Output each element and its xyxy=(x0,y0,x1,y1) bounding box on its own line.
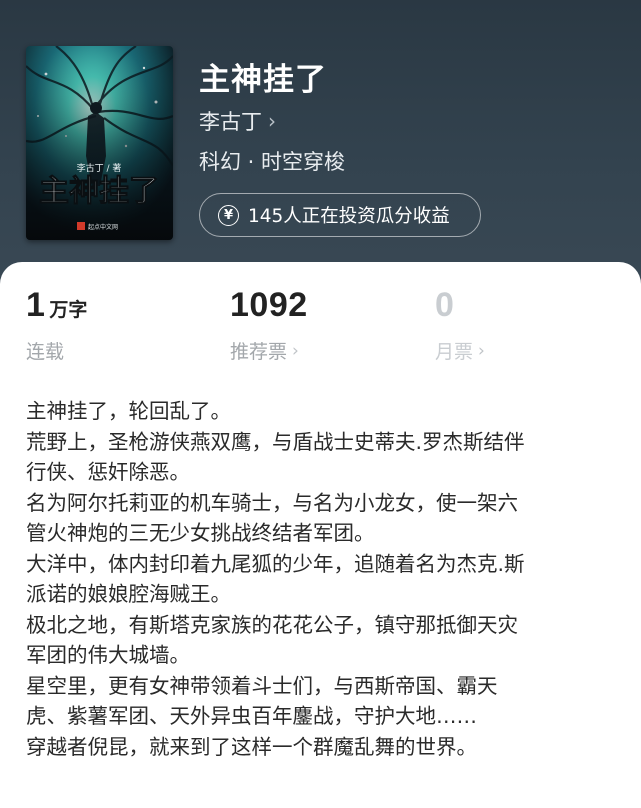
cover-publisher-text: 起点中文网 xyxy=(88,223,118,231)
book-cover[interactable]: 李古丁 / 著 主神挂了 起点中文网 xyxy=(26,46,173,240)
stat-label: 月票 xyxy=(435,341,474,363)
description-line: 极北之地，有斯塔克家族的花花公子，镇守那抵御天灾 xyxy=(26,612,518,637)
stat-label: 推荐票 xyxy=(230,341,288,363)
stat-word-count: 1 万字 连载 xyxy=(26,286,87,364)
description-line: 派诺的娘娘腔海贼王。 xyxy=(26,582,231,606)
book-description[interactable]: 主神挂了，轮回乱了。 荒野上，圣枪游侠燕双鹰，与盾战士史蒂夫.罗杰斯结伴 行侠、… xyxy=(26,396,626,762)
yen-coin-icon: ¥ xyxy=(218,204,239,226)
publisher-logo-icon xyxy=(77,222,85,230)
cover-title-text: 主神挂了 xyxy=(39,174,159,209)
author-name: 李古丁 xyxy=(199,110,262,134)
stat-monthly-votes[interactable]: 0 月票 › xyxy=(435,286,485,364)
description-line: 星空里，更有女神带领着斗士们，与西斯帝国、霸天 xyxy=(26,673,498,698)
description-line: 大洋中，体内封印着九尾狐的少年，追随着名为杰克.斯 xyxy=(26,551,525,576)
stat-value: 1092 xyxy=(230,286,308,324)
description-line: 名为阿尔托莉亚的机车骑士，与名为小龙女，使一架六 xyxy=(26,490,518,515)
author-link[interactable]: 李古丁 › xyxy=(199,106,276,136)
cover-illustration: 李古丁 / 著 主神挂了 起点中文网 xyxy=(26,46,173,240)
book-title: 主神挂了 xyxy=(199,62,327,98)
stat-value: 0 xyxy=(435,286,455,324)
stat-value: 1 xyxy=(26,286,46,324)
description-line: 行侠、惩奸除恶。 xyxy=(26,460,190,484)
stat-recommend-votes[interactable]: 1092 推荐票 › xyxy=(230,286,308,364)
genre-label: 科幻 · 时空穿梭 xyxy=(199,150,346,174)
description-line: 荒野上，圣枪游侠燕双鹰，与盾战士史蒂夫.罗杰斯结伴 xyxy=(26,429,525,454)
cover-author-text: 李古丁 / 著 xyxy=(77,162,122,174)
description-line: 穿越者倪昆，就来到了这样一个群魔乱舞的世界。 xyxy=(26,734,477,759)
chevron-right-icon: › xyxy=(478,340,485,361)
description-line: 管火神炮的三无少女挑战终结者军团。 xyxy=(26,521,375,545)
investment-button[interactable]: ¥ 145人正在投资瓜分收益 xyxy=(199,193,481,237)
investment-text: 145人正在投资瓜分收益 xyxy=(248,206,450,227)
stat-unit: 万字 xyxy=(49,299,88,321)
stat-label: 连载 xyxy=(26,341,65,363)
description-line: 虎、紫薯军团、天外异虫百年鏖战，守护大地…… xyxy=(26,704,477,728)
chevron-right-icon: › xyxy=(292,340,299,361)
chevron-right-icon: › xyxy=(268,109,276,133)
description-line: 军团的伟大城墙。 xyxy=(26,643,190,667)
description-line: 主神挂了，轮回乱了。 xyxy=(26,399,231,423)
